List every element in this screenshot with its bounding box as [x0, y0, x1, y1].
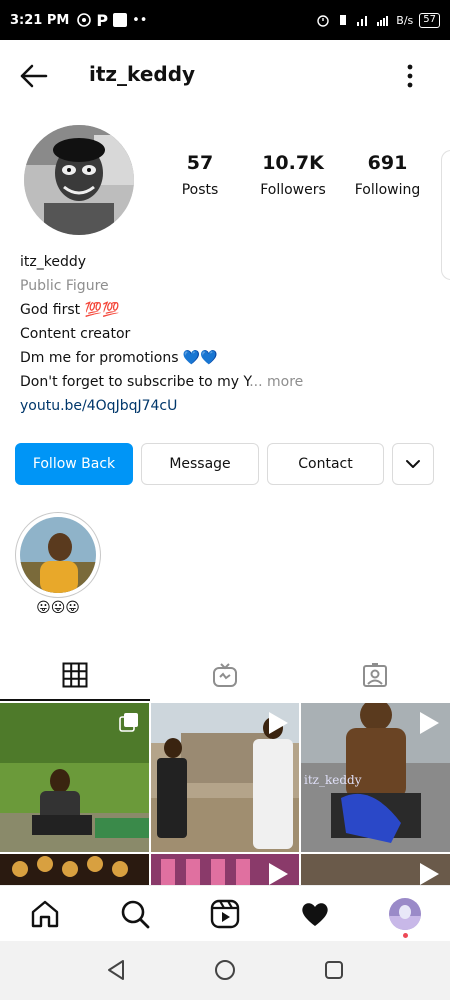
- contact-button[interactable]: Contact: [267, 443, 384, 485]
- home-icon[interactable]: [29, 898, 61, 930]
- wifi-icon: [377, 16, 389, 26]
- page-title: itz_keddy: [89, 62, 196, 86]
- profile-tabs: [0, 648, 450, 702]
- signal-icon: [357, 16, 368, 26]
- reels-icon[interactable]: [209, 898, 241, 930]
- highlight-cover: [20, 517, 96, 593]
- status-time: 3:21 PM: [10, 12, 70, 28]
- active-tab-indicator: [0, 699, 150, 701]
- grid-post-4[interactable]: [0, 854, 149, 885]
- reel-play-icon: [269, 712, 288, 734]
- reel-play-icon: [420, 712, 439, 734]
- home-circle-icon[interactable]: [214, 959, 236, 981]
- bio-line-4: Don't forget to subscribe to my Y: [20, 374, 250, 390]
- bio-name: itz_keddy: [20, 254, 87, 270]
- reel-play-icon: [420, 863, 439, 885]
- suggested-dropdown-button[interactable]: [392, 443, 434, 485]
- bio-website-link[interactable]: youtu.be/4OqJbqJ74cU: [20, 394, 440, 418]
- following-count: 691: [367, 152, 408, 174]
- battery-icon: 57: [419, 12, 440, 28]
- following-label: Following: [354, 182, 421, 198]
- whatsapp-icon: [77, 13, 92, 27]
- bio-line-3: Dm me for promotions 💙💙: [20, 350, 218, 366]
- followers-label: Followers: [260, 182, 326, 198]
- side-panel-handle[interactable]: [441, 150, 450, 280]
- reel-play-icon: [269, 863, 288, 885]
- system-navigation-bar: [0, 941, 450, 1000]
- recents-square-icon[interactable]: [323, 959, 345, 981]
- heart-icon[interactable]: [299, 898, 331, 930]
- follow-back-button[interactable]: Follow Back: [15, 443, 133, 485]
- bio-more-link[interactable]: ... more: [249, 374, 303, 390]
- posts-stat[interactable]: 57 Posts: [160, 152, 240, 198]
- notification-dot: [403, 933, 408, 938]
- grid-icon: [62, 662, 88, 688]
- alarm-icon: [317, 15, 329, 27]
- posts-grid: itz_keddy: [0, 703, 450, 885]
- vibrate-icon: [340, 15, 347, 25]
- profile-avatar-nav[interactable]: [389, 898, 421, 930]
- tab-reels[interactable]: [150, 648, 300, 702]
- grid-post-5[interactable]: [151, 854, 299, 885]
- profile-header: itz_keddy: [0, 40, 450, 112]
- net-rate: B/s: [396, 13, 414, 27]
- tab-posts-grid[interactable]: [0, 648, 150, 702]
- highlight-label: 😛😛😛: [36, 600, 80, 616]
- back-arrow-icon[interactable]: [18, 60, 50, 92]
- bottom-navigation: [0, 885, 450, 941]
- bio-line-4-wrap: Don't forget to subscribe to my Y... mor…: [20, 370, 440, 394]
- search-icon[interactable]: [119, 898, 151, 930]
- followers-stat[interactable]: 10.7K Followers: [253, 152, 333, 198]
- grid-post-1[interactable]: [0, 703, 149, 852]
- followers-count: 10.7K: [262, 152, 324, 174]
- following-stat[interactable]: 691 Following: [350, 152, 425, 198]
- grid-post-6[interactable]: [301, 854, 450, 885]
- square-icon: [113, 13, 128, 27]
- status-bar: 3:21 PM P •• B/s 57: [0, 0, 450, 40]
- bio-line-2: Content creator: [20, 326, 131, 342]
- chevron-down-icon: [406, 460, 420, 468]
- tagged-person-icon: [363, 663, 387, 687]
- igtv-icon: [213, 663, 237, 687]
- grid-post-2[interactable]: [151, 703, 299, 852]
- bio-category: Public Figure: [20, 278, 109, 294]
- dots-icon: ••: [132, 12, 148, 28]
- p-icon: P: [96, 10, 109, 30]
- avatar-image: [24, 125, 134, 235]
- message-button[interactable]: Message: [141, 443, 259, 485]
- back-triangle-icon[interactable]: [105, 959, 127, 981]
- profile-avatar[interactable]: [24, 125, 134, 235]
- watermark-text: itz_keddy: [304, 773, 362, 787]
- more-options-icon[interactable]: [396, 62, 424, 90]
- profile-bio: itz_keddy Public Figure God first 💯💯 Con…: [20, 250, 440, 418]
- bio-line-1: God first 💯💯: [20, 302, 120, 318]
- tab-tagged[interactable]: [300, 648, 450, 702]
- story-highlight[interactable]: [15, 512, 101, 598]
- carousel-icon: [119, 713, 138, 732]
- grid-post-3[interactable]: itz_keddy: [301, 703, 450, 852]
- posts-label: Posts: [181, 182, 219, 198]
- posts-count: 57: [186, 152, 214, 174]
